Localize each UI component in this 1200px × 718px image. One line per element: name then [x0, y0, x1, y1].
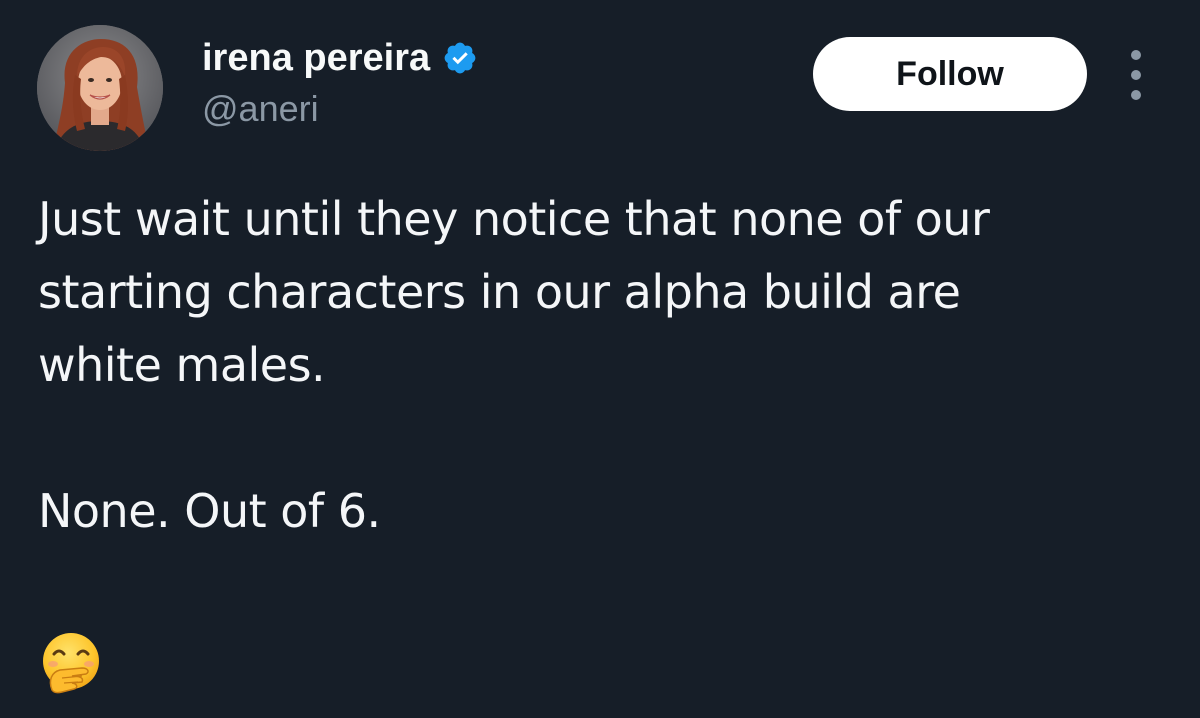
author-display-name[interactable]: irena pereira	[202, 37, 430, 80]
avatar-photo-icon	[37, 25, 163, 151]
follow-button[interactable]: Follow	[813, 37, 1087, 111]
author-avatar[interactable]	[37, 25, 163, 151]
more-dot	[1131, 90, 1141, 100]
tweet-card: irena pereira @aneri Follow Just wait un…	[0, 0, 1200, 718]
author-name-row: irena pereira	[202, 32, 478, 84]
tweet-text-line: Just wait until they notice that none of…	[38, 192, 990, 246]
more-options-icon[interactable]	[1119, 50, 1153, 100]
tweet-body: Just wait until they notice that none of…	[38, 183, 1168, 548]
more-dot	[1131, 50, 1141, 60]
tweet-text-line: white males.	[38, 338, 326, 392]
face-with-hand-over-mouth-emoji-icon	[38, 630, 104, 696]
tweet-text-line: starting characters in our alpha build a…	[38, 265, 961, 319]
tweet-text-line: None. Out of 6.	[38, 484, 381, 538]
author-handle[interactable]: @aneri	[202, 88, 319, 130]
verified-badge-icon[interactable]	[442, 40, 478, 76]
more-dot	[1131, 70, 1141, 80]
